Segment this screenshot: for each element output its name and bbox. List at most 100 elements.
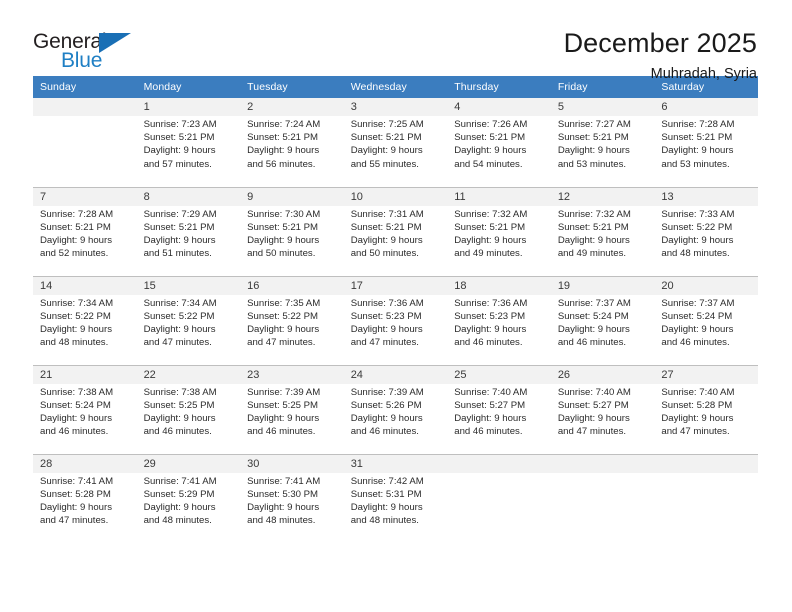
daylight-text-line2: and 48 minutes.: [350, 515, 419, 527]
calendar-day-cell[interactable]: 16 Sunrise: 7:35 AM Sunset: 5:22 PM Dayligh…: [240, 275, 344, 365]
sunrise-text: Sunrise: 7:28 AM: [661, 119, 735, 130]
calendar-day-cell[interactable]: 23 Sunrise: 7:39 AM Sunset: 5:25 PM Dayligh…: [240, 364, 344, 454]
calendar-day-cell[interactable]: 7 Sunrise: 7:28 AM Sunset: 5:21 PM Daylight…: [33, 186, 137, 276]
calendar-day-cell[interactable]: 31 Sunrise: 7:42 AM Sunset: 5:31 PM Dayligh…: [343, 453, 448, 543]
calendar-day-cell[interactable]: 15 Sunrise: 7:34 AM Sunset: 5:22 PM Dayligh…: [136, 275, 241, 365]
calendar-day-number: [550, 454, 655, 473]
daylight-text-line2: and 46 minutes.: [661, 337, 730, 349]
calendar-day-cell[interactable]: 8 Sunrise: 7:29 AM Sunset: 5:21 PM Daylight…: [136, 186, 241, 276]
sunrise-text: Sunrise: 7:23 AM: [143, 119, 217, 130]
daylight-text-line2: and 47 minutes.: [247, 337, 316, 349]
sunset-text: Sunset: 5:26 PM: [350, 399, 422, 411]
calendar-day-details: Sunrise: 7:34 AM Sunset: 5:22 PM Daylight:…: [33, 295, 137, 350]
sunrise-text: Sunrise: 7:41 AM: [40, 475, 114, 487]
sunset-text: Sunset: 5:21 PM: [350, 132, 422, 144]
calendar-day-number: 16: [240, 276, 344, 295]
daylight-text-line1: Daylight: 9 hours: [350, 501, 423, 513]
sunrise-text: Sunrise: 7:34 AM: [143, 297, 217, 309]
sunset-text: Sunset: 5:21 PM: [557, 132, 629, 144]
calendar-day-cell[interactable]: 3 Sunrise: 7:25 AM Sunset: 5:21 PM Daylight…: [343, 98, 448, 187]
calendar-day-cell[interactable]: 6 Sunrise: 7:28 AM Sunset: 5:21 PM Daylight…: [654, 98, 758, 187]
calendar-day-number: 28: [33, 454, 137, 473]
sunset-text: Sunset: 5:21 PM: [454, 221, 526, 233]
calendar-day-cell[interactable]: 5 Sunrise: 7:27 AM Sunset: 5:21 PM Daylight…: [550, 98, 655, 187]
calendar-day-details: Sunrise: 7:36 AM Sunset: 5:23 PM Daylight:…: [447, 295, 551, 350]
general-blue-logo[interactable]: General Blue: [33, 28, 143, 76]
calendar-day-details: Sunrise: 7:32 AM Sunset: 5:21 PM Daylight:…: [447, 206, 551, 261]
calendar-day-cell[interactable]: 19 Sunrise: 7:37 AM Sunset: 5:24 PM Dayligh…: [550, 275, 655, 365]
calendar-day-cell[interactable]: 4 Sunrise: 7:26 AM Sunset: 5:21 PM Daylight…: [447, 98, 551, 187]
calendar-day-cell[interactable]: 28 Sunrise: 7:41 AM Sunset: 5:28 PM Dayligh…: [33, 453, 137, 543]
calendar-day-cell[interactable]: 25 Sunrise: 7:40 AM Sunset: 5:27 PM Dayligh…: [447, 364, 551, 454]
daylight-text-line1: Daylight: 9 hours: [350, 145, 423, 157]
sunset-text: Sunset: 5:21 PM: [557, 221, 629, 233]
calendar-day-cell[interactable]: 12 Sunrise: 7:32 AM Sunset: 5:21 PM Dayligh…: [550, 186, 655, 276]
calendar-day-number: 25: [447, 365, 551, 384]
calendar-day-cell[interactable]: 27 Sunrise: 7:40 AM Sunset: 5:28 PM Dayligh…: [654, 364, 758, 454]
sunrise-text: Sunrise: 7:31 AM: [350, 208, 424, 220]
daylight-text-line1: Daylight: 9 hours: [143, 501, 216, 513]
sunrise-text: Sunrise: 7:38 AM: [143, 386, 217, 398]
calendar-day-number: 22: [136, 365, 241, 384]
calendar-day-cell[interactable]: 30 Sunrise: 7:41 AM Sunset: 5:30 PM Dayligh…: [240, 453, 344, 543]
calendar-day-details: Sunrise: 7:42 AM Sunset: 5:31 PM Daylight:…: [344, 473, 448, 528]
sunset-text: Sunset: 5:25 PM: [247, 399, 319, 411]
calendar-day-number: 27: [654, 365, 758, 384]
calendar-week-row: 28 Sunrise: 7:41 AM Sunset: 5:28 PM Dayligh…: [33, 453, 758, 543]
sunrise-text: Sunrise: 7:42 AM: [350, 475, 424, 487]
calendar-day-cell[interactable]: 17 Sunrise: 7:36 AM Sunset: 5:23 PM Dayligh…: [343, 275, 448, 365]
daylight-text-line2: and 47 minutes.: [40, 515, 109, 527]
sunrise-text: Sunrise: 7:37 AM: [557, 297, 631, 309]
sunrise-text: Sunrise: 7:39 AM: [247, 386, 321, 398]
calendar-day-details: Sunrise: 7:35 AM Sunset: 5:22 PM Daylight:…: [240, 295, 344, 350]
daylight-text-line1: Daylight: 9 hours: [557, 234, 630, 246]
daylight-text-line2: and 50 minutes.: [247, 248, 316, 260]
calendar-day-cell[interactable]: 9 Sunrise: 7:30 AM Sunset: 5:21 PM Daylight…: [240, 186, 344, 276]
calendar-day-details: Sunrise: 7:26 AM Sunset: 5:21 PM Daylight:…: [447, 116, 551, 171]
calendar-day-cell[interactable]: 20 Sunrise: 7:37 AM Sunset: 5:24 PM Dayligh…: [654, 275, 758, 365]
daylight-text-line1: Daylight: 9 hours: [350, 412, 423, 424]
calendar-day-number: 1: [136, 98, 241, 116]
calendar-day-number: 12: [550, 187, 655, 206]
calendar-day-details: Sunrise: 7:28 AM Sunset: 5:21 PM Daylight:…: [33, 206, 137, 261]
sunset-text: Sunset: 5:22 PM: [247, 310, 319, 322]
daylight-text-line2: and 51 minutes.: [143, 248, 212, 260]
weekday-header-tuesday: Tuesday: [240, 76, 344, 98]
sunset-text: Sunset: 5:21 PM: [454, 132, 526, 144]
calendar-week-row: 21 Sunrise: 7:38 AM Sunset: 5:24 PM Dayligh…: [33, 364, 758, 454]
calendar-day-cell[interactable]: 1 Sunrise: 7:23 AM Sunset: 5:21 PM Daylight…: [136, 98, 241, 187]
calendar-day-number: 7: [33, 187, 137, 206]
daylight-text-line1: Daylight: 9 hours: [247, 145, 320, 157]
calendar-day-cell[interactable]: 10 Sunrise: 7:31 AM Sunset: 5:21 PM Dayligh…: [343, 186, 448, 276]
calendar-day-cell-empty: [33, 98, 137, 187]
calendar-day-cell[interactable]: 26 Sunrise: 7:40 AM Sunset: 5:27 PM Dayligh…: [550, 364, 655, 454]
calendar-day-cell[interactable]: 14 Sunrise: 7:34 AM Sunset: 5:22 PM Dayligh…: [33, 275, 137, 365]
sunrise-text: Sunrise: 7:40 AM: [557, 386, 631, 398]
sunrise-text: Sunrise: 7:33 AM: [661, 208, 735, 220]
sunset-text: Sunset: 5:21 PM: [40, 221, 111, 233]
sunrise-text: Sunrise: 7:41 AM: [247, 475, 321, 487]
calendar-day-cell[interactable]: 21 Sunrise: 7:38 AM Sunset: 5:24 PM Dayligh…: [33, 364, 137, 454]
calendar-day-details: Sunrise: 7:39 AM Sunset: 5:25 PM Daylight:…: [240, 384, 344, 439]
daylight-text-line2: and 49 minutes.: [454, 248, 523, 260]
daylight-text-line1: Daylight: 9 hours: [454, 145, 527, 157]
calendar-day-details: Sunrise: 7:31 AM Sunset: 5:21 PM Daylight:…: [344, 206, 448, 261]
sunset-text: Sunset: 5:23 PM: [350, 310, 422, 322]
sunrise-text: Sunrise: 7:39 AM: [350, 386, 424, 398]
calendar-day-cell[interactable]: 24 Sunrise: 7:39 AM Sunset: 5:26 PM Dayligh…: [343, 364, 448, 454]
calendar-day-cell[interactable]: 2 Sunrise: 7:24 AM Sunset: 5:21 PM Daylight…: [240, 98, 344, 187]
calendar-day-cell[interactable]: 18 Sunrise: 7:36 AM Sunset: 5:23 PM Dayligh…: [447, 275, 551, 365]
calendar-day-cell[interactable]: 13 Sunrise: 7:33 AM Sunset: 5:22 PM Dayligh…: [654, 186, 758, 276]
daylight-text-line1: Daylight: 9 hours: [350, 234, 423, 246]
calendar-day-cell[interactable]: 22 Sunrise: 7:38 AM Sunset: 5:25 PM Dayligh…: [136, 364, 241, 454]
daylight-text-line1: Daylight: 9 hours: [557, 145, 630, 157]
calendar-body: 1 Sunrise: 7:23 AM Sunset: 5:21 PM Daylight…: [33, 98, 758, 543]
calendar-day-cell[interactable]: 11 Sunrise: 7:32 AM Sunset: 5:21 PM Dayligh…: [447, 186, 551, 276]
calendar-day-cell[interactable]: 29 Sunrise: 7:41 AM Sunset: 5:29 PM Dayligh…: [136, 453, 241, 543]
calendar-day-number: 8: [136, 187, 241, 206]
sunset-text: Sunset: 5:28 PM: [40, 488, 111, 500]
calendar-day-details: Sunrise: 7:40 AM Sunset: 5:27 PM Daylight:…: [447, 384, 551, 439]
calendar-day-details: Sunrise: 7:32 AM Sunset: 5:21 PM Daylight:…: [551, 206, 655, 261]
sunset-text: Sunset: 5:22 PM: [661, 221, 733, 233]
sunrise-text: Sunrise: 7:32 AM: [557, 208, 631, 220]
